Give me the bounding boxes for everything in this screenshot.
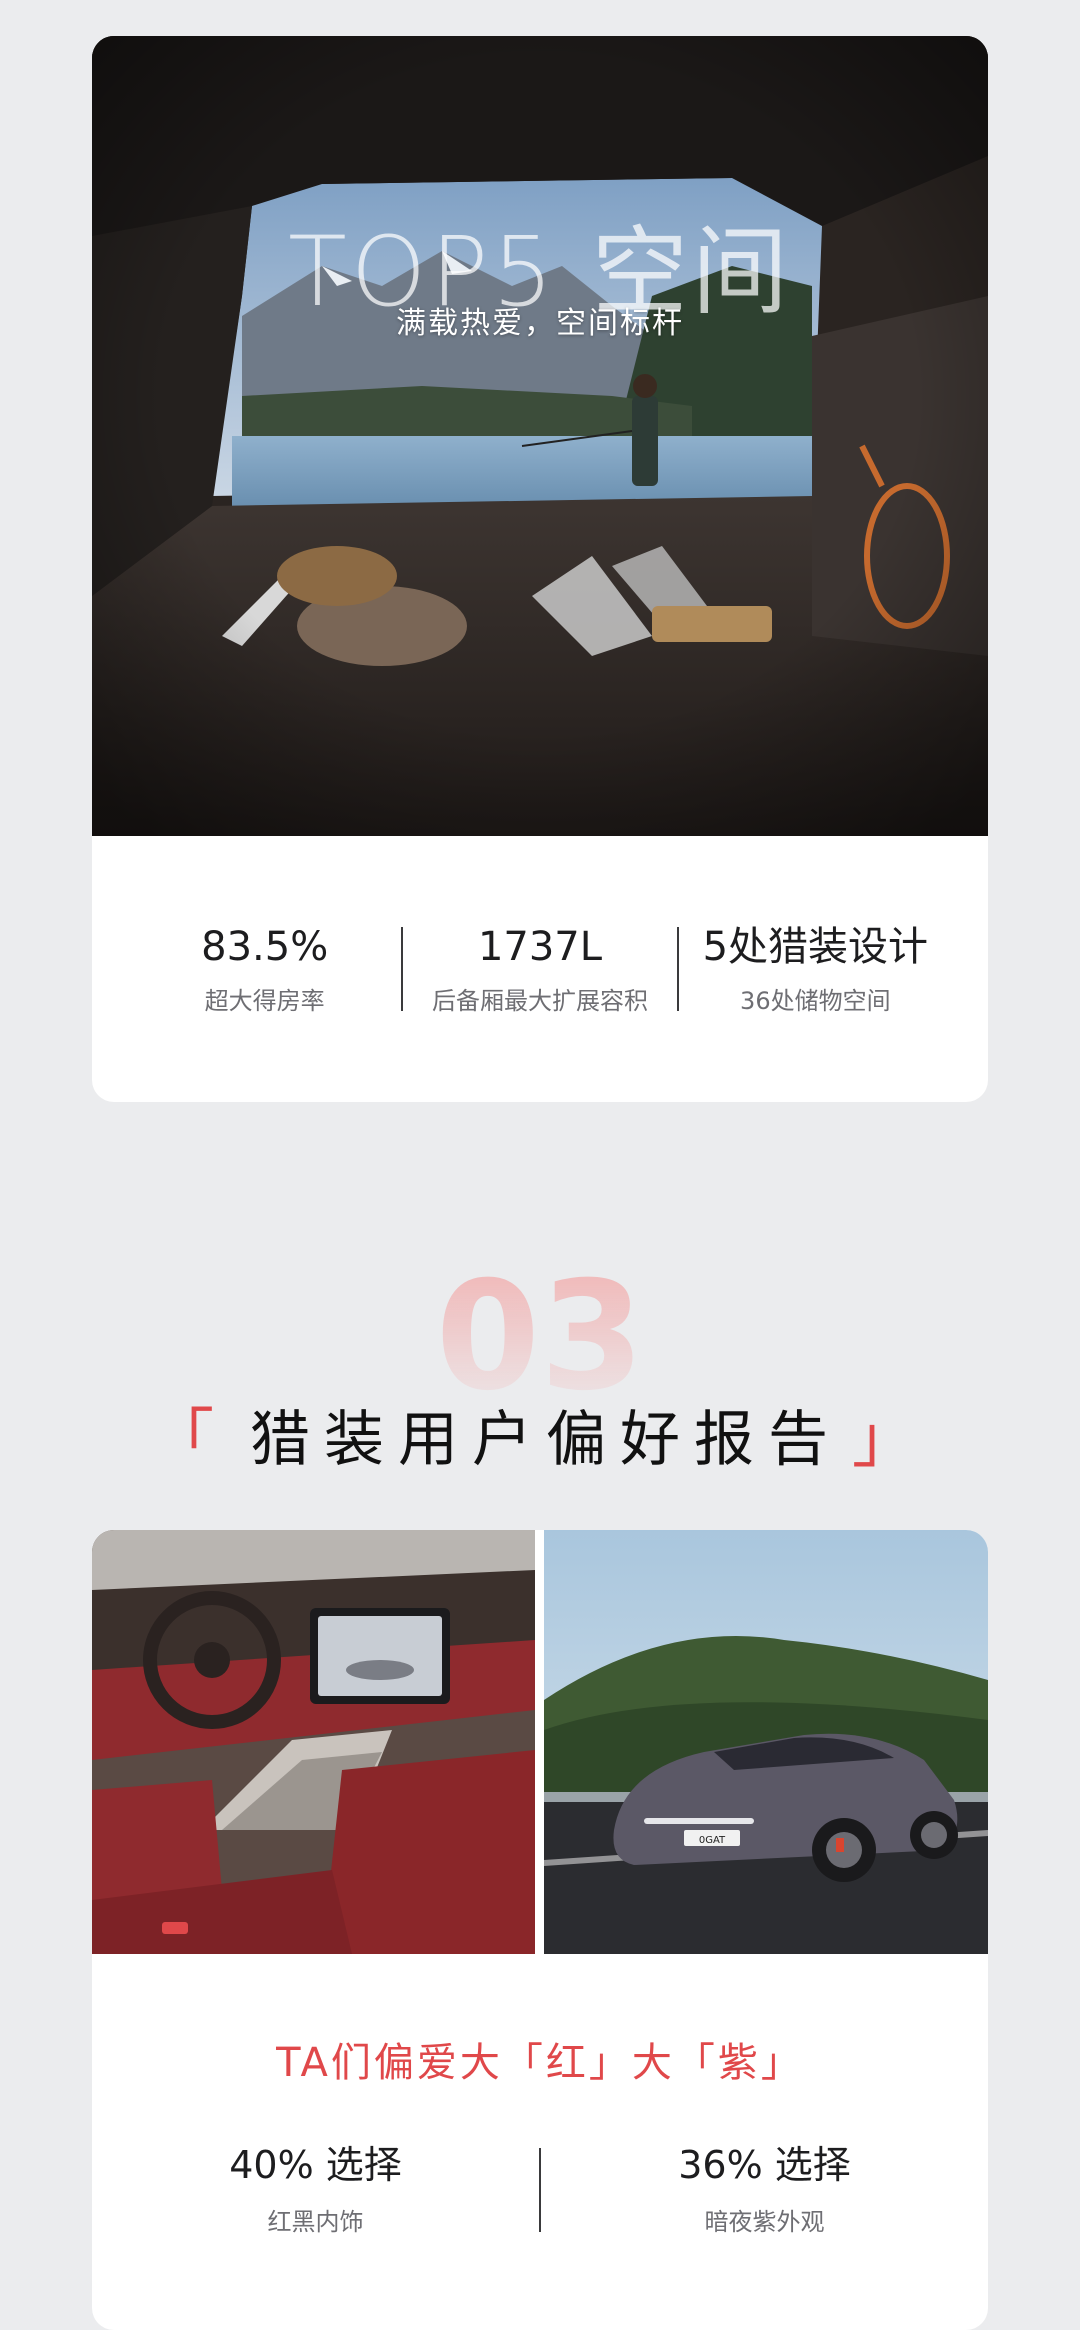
- title-bracket-right: 」: [852, 1403, 930, 1477]
- stat-value: 36% 选择: [678, 2142, 851, 2187]
- stat-label: 后备厢最大扩展容积: [431, 986, 648, 1015]
- stat-label: 红黑内饰: [267, 2208, 364, 2237]
- stat-value: 83.5%: [201, 923, 329, 970]
- section-title: 「 猎装用户偏好报告 」: [0, 1388, 1080, 1480]
- stat-value: 40% 选择: [229, 2142, 402, 2187]
- purple-exterior-image: 0GAT: [544, 1530, 988, 1954]
- car-plate: 0GAT: [699, 1835, 726, 1846]
- stat-label: 超大得房率: [204, 986, 325, 1015]
- stat-trunk-volume: 1737L 后备厢最大扩展容积: [403, 923, 676, 1016]
- space-stats: 83.5% 超大得房率 1737L 后备厢最大扩展容积 5处猎装设计 36处储物…: [92, 836, 988, 1102]
- stat-occupancy: 83.5% 超大得房率: [128, 923, 401, 1016]
- stat-storage: 5处猎装设计 36处储物空间: [679, 923, 952, 1016]
- preference-stats: 40% 选择 红黑内饰 36% 选择 暗夜紫外观: [92, 2130, 988, 2250]
- preference-card: 0GAT TA们偏爱大「红」大「紫」 40% 选择 红黑内饰 36% 选择 暗夜…: [92, 1530, 988, 2330]
- stat-label: 36处储物空间: [740, 986, 891, 1015]
- stat-red-interior: 40% 选择 红黑内饰: [92, 2143, 539, 2238]
- stat-purple-exterior: 36% 选择 暗夜紫外观: [541, 2143, 988, 2238]
- stat-value: 5处猎装设计: [702, 923, 929, 970]
- stat-label: 暗夜紫外观: [704, 2208, 825, 2237]
- space-card: TOP5 空间 满载热爱，空间标杆 83.5% 超大得房率 1737L 后备厢最…: [92, 36, 988, 1102]
- red-interior-image: [92, 1530, 535, 1954]
- stat-value: 1737L: [477, 923, 603, 970]
- trunk-hero-image: TOP5 空间 满载热爱，空间标杆: [92, 36, 988, 836]
- image-gap: [535, 1530, 544, 1954]
- interior-illustration: [92, 1530, 535, 1954]
- trunk-scene-illustration: [92, 36, 988, 836]
- title-bracket-left: 「: [150, 1403, 228, 1477]
- hero-subtitle: 满载热爱，空间标杆: [396, 306, 684, 341]
- exterior-illustration: 0GAT: [544, 1530, 988, 1954]
- section-title-text: 猎装用户偏好报告: [250, 1404, 842, 1475]
- preference-headline: TA们偏爱大「红」大「紫」: [276, 2040, 804, 2086]
